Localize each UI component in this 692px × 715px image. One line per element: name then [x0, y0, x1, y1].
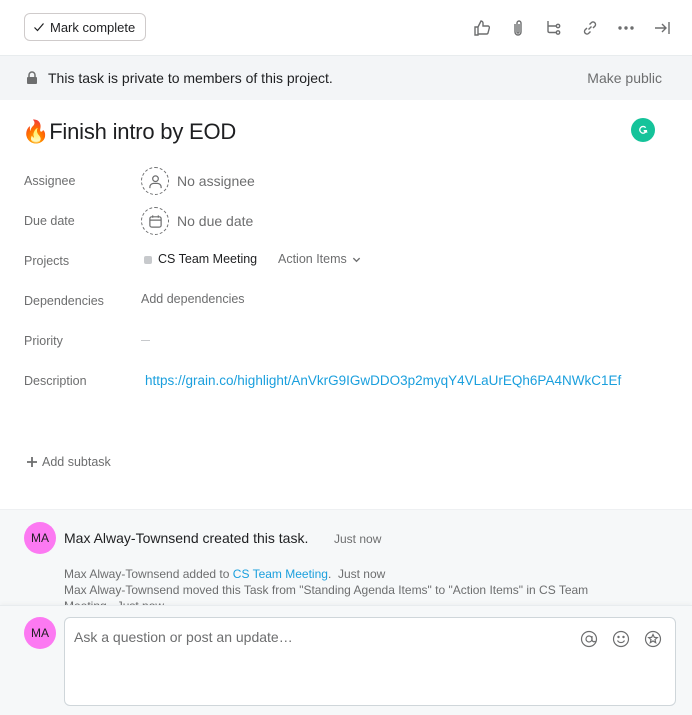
assignee-label: Assignee [24, 174, 76, 188]
thumbs-up-icon [474, 20, 491, 36]
project-name[interactable]: CS Team Meeting [158, 252, 257, 266]
add-subtask-label: Add subtask [42, 455, 111, 469]
lock-icon [27, 71, 37, 84]
priority-value-empty[interactable] [141, 340, 150, 341]
add-subtask-button[interactable]: Add subtask [26, 455, 111, 469]
paperclip-icon [514, 20, 522, 36]
activity-project-link[interactable]: CS Team Meeting [233, 567, 328, 581]
activity-time: Just now [337, 567, 386, 581]
activity-entry: Max Alway-Townsend added to CS Team Meet… [64, 567, 386, 581]
chevron-down-icon [352, 257, 360, 262]
comment-placeholder: Ask a question or post an update… [74, 629, 293, 645]
project-color-dot [144, 256, 152, 264]
projects-label: Projects [24, 254, 70, 268]
description-label: Description [24, 374, 87, 388]
due-date-label: Due date [24, 214, 75, 228]
toolbar-actions [464, 16, 680, 40]
comment-composer: MA Ask a question or post an update… [0, 605, 692, 715]
task-toolbar: Mark complete [0, 0, 692, 56]
mark-complete-label: Mark complete [50, 19, 136, 35]
mention-icon [580, 630, 598, 648]
copy-link-button[interactable] [572, 16, 608, 40]
emoji-button[interactable] [611, 629, 631, 649]
due-date-value[interactable]: No due date [177, 213, 253, 229]
attach-button[interactable] [500, 16, 536, 40]
emoji-icon [612, 630, 630, 648]
description-link[interactable]: https://grain.co/highlight/AnVkrG9IGwDDO… [145, 373, 621, 388]
due-date-picker[interactable] [141, 207, 169, 235]
more-actions-button[interactable] [608, 16, 644, 40]
privacy-message: This task is private to members of this … [48, 70, 333, 86]
section-name: Action Items [278, 252, 347, 266]
more-icon [618, 26, 634, 30]
composer-avatar: MA [24, 617, 56, 649]
calendar-icon [148, 214, 162, 228]
activity-actor[interactable]: Max Alway-Townsend [64, 567, 179, 581]
close-details-button[interactable] [644, 16, 680, 40]
avatar[interactable]: MA [24, 522, 56, 554]
checkmark-icon [34, 23, 44, 32]
mention-button[interactable] [579, 629, 599, 649]
add-subtask-toolbar-button[interactable] [536, 16, 572, 40]
add-dependencies-button[interactable]: Add dependencies [141, 292, 245, 306]
star-icon [644, 630, 662, 648]
section-dropdown[interactable]: Action Items [278, 252, 361, 266]
privacy-banner: This task is private to members of this … [0, 56, 692, 100]
like-button[interactable] [464, 16, 500, 40]
appreciation-button[interactable] [643, 629, 663, 649]
activity-actor[interactable]: Max Alway-Townsend [64, 583, 179, 597]
priority-label: Priority [24, 334, 63, 348]
close-pane-icon [655, 22, 670, 34]
created-story: Max Alway-Townsend created this task. [64, 530, 309, 546]
subtask-icon [547, 21, 561, 35]
created-time: Just now [334, 532, 382, 546]
assignee-picker[interactable] [141, 167, 169, 195]
comment-tools [579, 629, 663, 649]
make-public-button[interactable]: Make public [587, 70, 662, 86]
comment-input[interactable]: Ask a question or post an update… [64, 617, 676, 706]
plus-icon [27, 457, 37, 467]
link-icon [583, 21, 597, 35]
user-icon [148, 174, 162, 188]
task-title[interactable]: 🔥Finish intro by EOD [22, 119, 236, 145]
grammarly-icon[interactable] [631, 118, 655, 142]
mark-complete-button[interactable]: Mark complete [24, 13, 147, 41]
dependencies-label: Dependencies [24, 294, 104, 308]
assignee-value[interactable]: No assignee [177, 173, 255, 189]
